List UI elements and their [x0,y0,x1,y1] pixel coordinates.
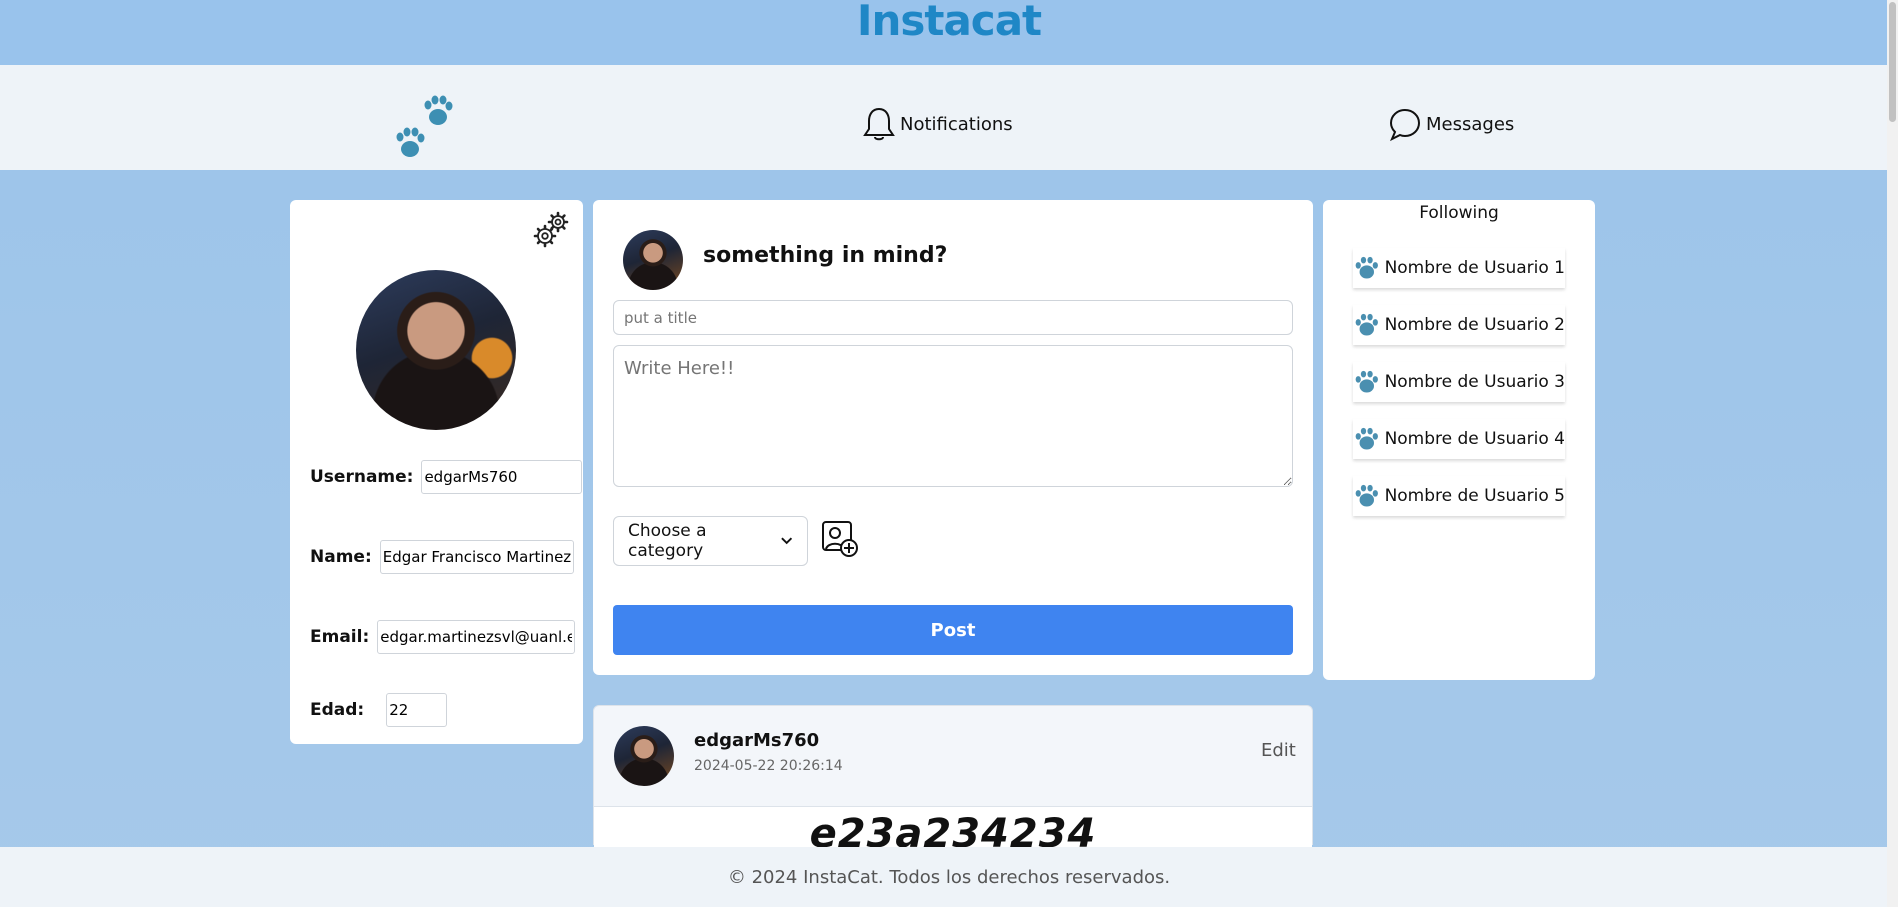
following-username: Nombre de Usuario 1 [1384,258,1565,278]
top-header: Instacat [0,0,1898,65]
following-item[interactable]: Nombre de Usuario 5 [1353,476,1565,516]
messages-label: Messages [1426,113,1515,135]
following-title: Following [1419,203,1499,223]
email-label: Email: [310,627,370,647]
bell-icon [863,107,895,141]
nav-messages[interactable]: Messages [1388,106,1514,142]
name-label: Name: [310,547,372,567]
paw-icon [1355,370,1378,393]
notifications-label: Notifications [900,113,1013,135]
add-image-icon[interactable] [821,520,859,558]
footer: © 2024 InstaCat. Todos los derechos rese… [0,847,1898,907]
brand-title[interactable]: Instacat [857,0,1042,42]
gears-icon[interactable] [532,210,572,250]
post-timestamp: 2024-05-22 20:26:14 [694,758,843,774]
paw-icon [1355,484,1378,507]
scrollbar-thumb[interactable] [1889,2,1896,122]
following-item[interactable]: Nombre de Usuario 2 [1353,305,1565,345]
chevron-down-icon [780,537,792,545]
following-username: Nombre de Usuario 3 [1384,372,1565,392]
name-field[interactable] [379,540,574,574]
edit-post-button[interactable]: Edit [1261,740,1296,761]
post-title-input[interactable] [613,300,1293,335]
following-username: Nombre de Usuario 4 [1384,429,1565,449]
following-item[interactable]: Nombre de Usuario 4 [1353,419,1565,459]
age-row: Edad: [310,693,448,727]
paw-icon [1355,313,1378,336]
profile-card: Username: Name: Email: Edad: [290,200,583,744]
following-item[interactable]: Nombre de Usuario 1 [1353,248,1565,288]
category-select[interactable]: Choose a category [613,516,808,566]
post-button[interactable]: Post [613,605,1293,655]
compose-avatar [623,230,683,290]
category-select-label: Choose a category [628,521,707,561]
nav-notifications[interactable]: Notifications [862,106,1013,142]
profile-avatar [356,270,516,430]
post-avatar [614,726,674,786]
paw-prints-icon[interactable] [392,95,458,163]
age-field[interactable] [386,693,448,727]
chat-bubble-icon [1389,108,1421,142]
compose-card: something in mind? Choose a category Pos… [593,200,1313,675]
username-row: Username: [310,460,583,494]
following-username: Nombre de Usuario 5 [1384,486,1565,506]
name-row: Name: [310,540,574,574]
age-label: Edad: [310,700,365,720]
following-item[interactable]: Nombre de Usuario 3 [1353,362,1565,402]
following-username: Nombre de Usuario 2 [1384,315,1565,335]
compose-prompt: something in mind? [703,243,948,268]
post-body-textarea[interactable] [613,345,1293,487]
email-row: Email: [310,620,576,654]
username-label: Username: [310,467,414,487]
username-field[interactable] [421,460,583,494]
paw-icon [1355,256,1378,279]
footer-copyright: © 2024 InstaCat. Todos los derechos rese… [727,866,1171,888]
email-field[interactable] [377,620,576,654]
post-card: edgarMs760 2024-05-22 20:26:14 Edit e23a… [593,705,1313,857]
post-username[interactable]: edgarMs760 [694,730,819,751]
page-scrollbar[interactable] [1887,0,1898,907]
following-card: Following Nombre de Usuario 1 Nombre de … [1323,200,1595,680]
paw-icon [1355,427,1378,450]
